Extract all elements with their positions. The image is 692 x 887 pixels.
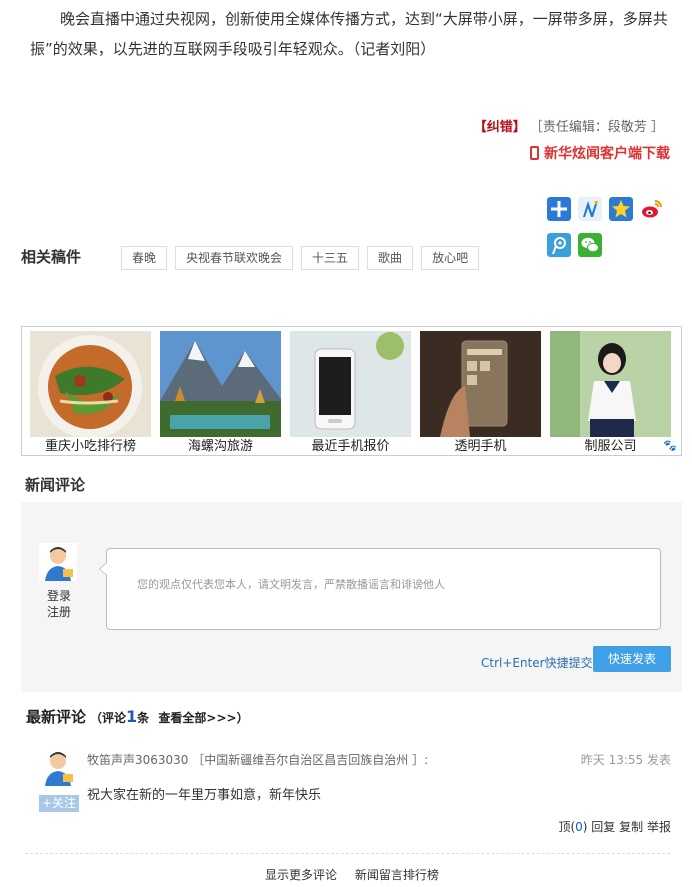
correction-link[interactable]: 【纠错】 bbox=[474, 120, 526, 135]
gallery-item[interactable]: 海螺沟旅游 bbox=[160, 331, 281, 455]
mobile-phone-icon bbox=[530, 146, 539, 160]
phone-photo bbox=[290, 331, 411, 437]
gallery-item[interactable]: 最近手机报价 bbox=[290, 331, 411, 455]
transparent-phone-photo bbox=[420, 331, 541, 437]
article-body: 晚会直播中通过央视网，创新使用全媒体传播方式，达到“大屏带小屏，一屏带多屏，多屏… bbox=[30, 4, 670, 64]
comment-textarea[interactable]: 您的观点仅代表您本人，请文明发言，严禁散播谣言和诽谤他人 bbox=[106, 548, 661, 630]
gallery-caption: 最近手机报价 bbox=[311, 439, 390, 454]
download-label: 新华炫闻客户端下载 bbox=[544, 146, 670, 162]
user-avatar-icon bbox=[39, 543, 77, 581]
comment-count: （评论1条 bbox=[90, 707, 150, 726]
uniform-photo bbox=[550, 331, 671, 437]
star-share-icon[interactable] bbox=[609, 197, 633, 221]
related-tags: 春晚 央视春节联欢晚会 十三五 歌曲 放心吧 bbox=[121, 246, 480, 270]
gallery-item[interactable]: 重庆小吃排行榜 bbox=[30, 331, 151, 455]
mountain-photo bbox=[160, 331, 281, 437]
tag-song[interactable]: 歌曲 bbox=[367, 246, 414, 270]
correction-bar: 【纠错】 ［责任编辑：段敬芳 ］ bbox=[474, 116, 664, 135]
upvote-button[interactable]: 顶(0) bbox=[558, 820, 587, 834]
n-share-icon[interactable] bbox=[578, 197, 602, 221]
gallery-caption: 透明手机 bbox=[454, 439, 507, 454]
commenter-avatar-icon[interactable] bbox=[39, 748, 77, 786]
follow-button[interactable]: +关注 bbox=[39, 795, 79, 812]
bottom-links: 显示更多评论 新闻留言排行榜 bbox=[265, 866, 453, 883]
comment-user: 牧笛声声3063030 ［中国新疆维吾尔自治区昌吉回族自治州 ］: bbox=[87, 751, 428, 768]
latest-comments-header: 最新评论 （评论1条 查看全部>>>） bbox=[26, 706, 249, 727]
divider bbox=[25, 853, 670, 854]
plus-share-icon[interactable] bbox=[547, 197, 571, 221]
submit-button[interactable]: 快速发表 bbox=[593, 646, 671, 672]
comment-form: 登录 注册 您的观点仅代表您本人，请文明发言，严禁散播谣言和诽谤他人 Ctrl+… bbox=[21, 502, 682, 692]
weibo-icon[interactable] bbox=[640, 197, 664, 221]
article-paragraph: 晚会直播中通过央视网，创新使用全媒体传播方式，达到“大屏带小屏，一屏带多屏，多屏… bbox=[30, 10, 668, 58]
shortcut-hint: Ctrl+Enter快捷提交 bbox=[481, 656, 593, 670]
register-link[interactable]: 注册 bbox=[45, 604, 73, 620]
gallery-item[interactable]: 制服公司 bbox=[550, 331, 671, 455]
gallery-caption: 重庆小吃排行榜 bbox=[44, 439, 136, 454]
login-link[interactable]: 登录 bbox=[45, 588, 73, 604]
tencent-weibo-icon[interactable] bbox=[547, 233, 571, 257]
reply-button[interactable]: 回复 bbox=[591, 820, 615, 834]
related-title: 相关稿件 bbox=[21, 248, 82, 266]
tag-chunwan[interactable]: 春晚 bbox=[121, 246, 168, 270]
tag-cctv-gala[interactable]: 央视春节联欢晚会 bbox=[175, 246, 294, 270]
noodle-photo bbox=[30, 331, 151, 437]
comment-time: 昨天 13:55 发表 bbox=[580, 753, 671, 767]
wechat-icon[interactable] bbox=[578, 233, 602, 257]
report-button[interactable]: 举报 bbox=[647, 820, 671, 834]
comment-text: 祝大家在新的一年里万事如意，新年快乐 bbox=[87, 788, 322, 803]
paw-icon: 🐾 bbox=[663, 439, 677, 452]
tag-relax[interactable]: 放心吧 bbox=[421, 246, 480, 270]
gallery-item[interactable]: 透明手机 bbox=[420, 331, 541, 455]
view-all-link[interactable]: 查看全部>>>） bbox=[158, 711, 248, 725]
gallery-caption: 制服公司 bbox=[584, 439, 637, 454]
login-register: 登录 注册 bbox=[45, 588, 73, 620]
comment-username[interactable]: 牧笛声声3063030 bbox=[87, 753, 188, 767]
editor-label: ［责任编辑：段敬芳 ］ bbox=[529, 120, 664, 135]
comment-actions: 顶(0) 回复 复制 举报 bbox=[558, 818, 671, 835]
comments-title: 新闻评论 bbox=[25, 476, 86, 494]
latest-title: 最新评论 bbox=[26, 708, 87, 726]
comment-location: ［中国新疆维吾尔自治区昌吉回族自治州 ］: bbox=[192, 753, 429, 767]
more-comments-link[interactable]: 显示更多评论 bbox=[265, 868, 337, 882]
image-gallery: 重庆小吃排行榜 海螺沟旅游 最近手机报价 透明手机 制服公司 🐾 bbox=[21, 326, 682, 456]
ranking-link[interactable]: 新闻留言排行榜 bbox=[355, 868, 439, 882]
download-link[interactable]: 新华炫闻客户端下载 bbox=[530, 143, 670, 163]
gallery-caption: 海螺沟旅游 bbox=[187, 439, 253, 454]
bubble-arrow-inner bbox=[100, 563, 107, 575]
copy-button[interactable]: 复制 bbox=[619, 820, 643, 834]
tag-13th-five[interactable]: 十三五 bbox=[301, 246, 360, 270]
